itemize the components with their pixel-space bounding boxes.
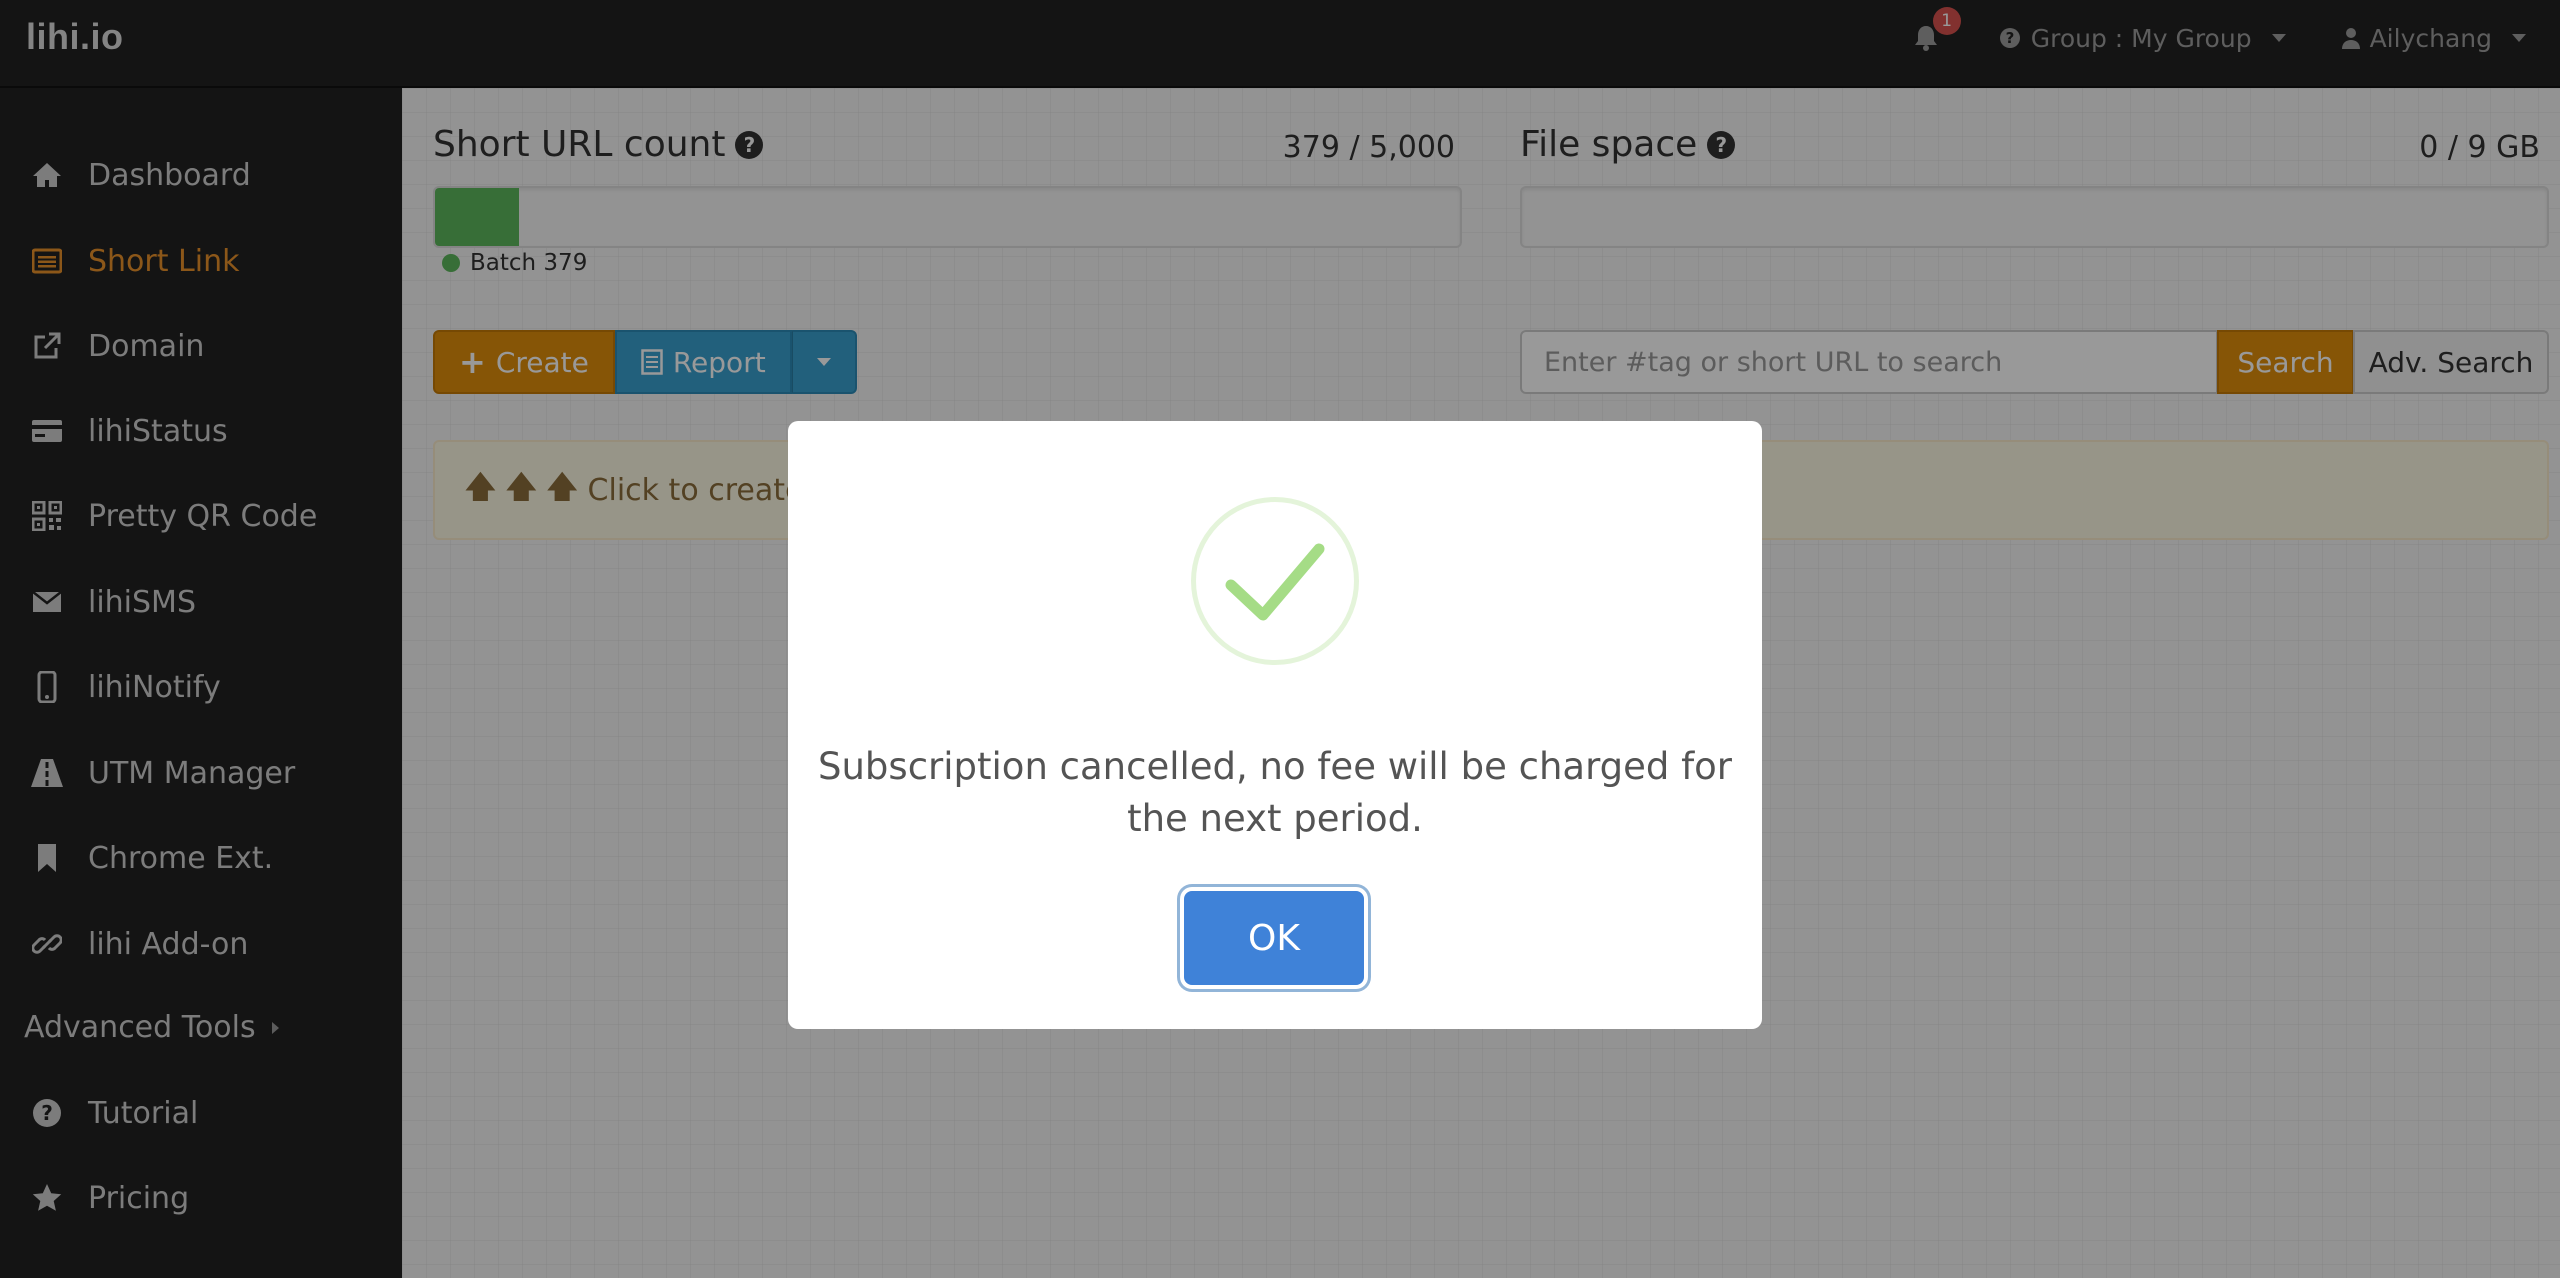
success-dialog: Subscription cancelled, no fee will be c… — [788, 421, 1762, 1029]
ok-button[interactable]: OK — [1184, 891, 1364, 985]
checkmark-icon — [1225, 543, 1325, 621]
dialog-message: Subscription cancelled, no fee will be c… — [818, 745, 1732, 840]
